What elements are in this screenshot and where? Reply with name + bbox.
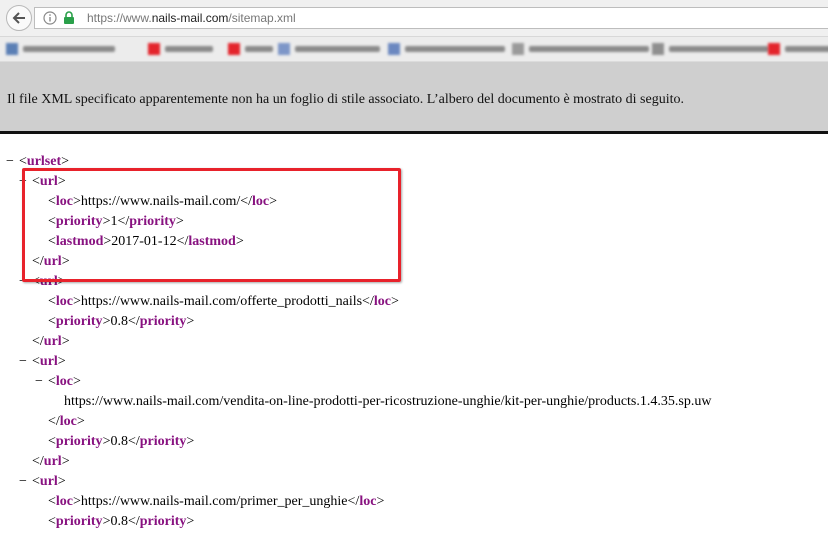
collapse-toggle[interactable]: − xyxy=(19,472,32,492)
xml-line-loc: <loc>https://www.nails-mail.com/primer_p… xyxy=(48,494,385,509)
xml-line-loc-open: − <loc> xyxy=(35,372,81,392)
xml-line-loc: <loc>https://www.nails-mail.com/</loc> xyxy=(48,194,278,209)
xml-line-url-open: − <url> xyxy=(19,272,66,292)
xml-line-loc-close: </loc> xyxy=(48,414,85,429)
notice-text: Il file XML specificato apparentemente n… xyxy=(7,92,684,107)
xml-line-url-close: </url> xyxy=(32,454,70,469)
bookmark-favicon-icon xyxy=(388,43,400,55)
xml-stylesheet-notice: Il file XML specificato apparentemente n… xyxy=(0,62,828,131)
address-bar[interactable]: https://www.nails-mail.com/sitemap.xml xyxy=(34,7,828,29)
bookmark-item[interactable] xyxy=(278,42,380,56)
info-icon[interactable] xyxy=(43,11,57,25)
xml-line-url-open: − <url> xyxy=(19,472,66,492)
back-button[interactable] xyxy=(6,5,32,31)
xml-line-priority: <priority>1</priority> xyxy=(48,214,184,229)
bookmark-item[interactable] xyxy=(148,42,213,56)
xml-line-url-open: − <url> xyxy=(19,352,66,372)
xml-line-url-close: </url> xyxy=(32,254,70,269)
xml-line-url-open: − <url> xyxy=(19,172,66,192)
collapse-toggle[interactable]: − xyxy=(19,272,32,292)
bookmark-item[interactable] xyxy=(512,42,649,56)
notice-divider xyxy=(0,131,828,134)
bookmark-favicon-icon xyxy=(768,43,780,55)
xml-line-url-close: </url> xyxy=(32,334,70,349)
xml-line-priority: <priority>0.8</priority> xyxy=(48,514,195,529)
xml-line-urlset-open: − <urlset> xyxy=(6,152,69,172)
bookmark-favicon-icon xyxy=(148,43,160,55)
bookmark-item[interactable] xyxy=(6,42,115,56)
bookmark-favicon-icon xyxy=(6,43,18,55)
lock-icon[interactable] xyxy=(63,11,75,25)
bookmark-favicon-icon xyxy=(278,43,290,55)
collapse-toggle[interactable]: − xyxy=(19,172,32,192)
back-arrow-icon xyxy=(12,12,25,24)
bookmark-favicon-icon xyxy=(652,43,664,55)
bookmarks-bar xyxy=(0,37,828,62)
collapse-toggle[interactable]: − xyxy=(19,352,32,372)
browser-toolbar: https://www.nails-mail.com/sitemap.xml xyxy=(0,0,828,37)
bookmark-item[interactable] xyxy=(652,42,769,56)
xml-line-loc: <loc>https://www.nails-mail.com/offerte_… xyxy=(48,294,399,309)
bookmark-item[interactable] xyxy=(388,42,505,56)
bookmark-item[interactable] xyxy=(768,42,828,56)
collapse-toggle[interactable]: − xyxy=(35,372,48,392)
url-text: https://www.nails-mail.com/sitemap.xml xyxy=(87,11,296,25)
xml-line-text: https://www.nails-mail.com/vendita-on-li… xyxy=(64,394,712,409)
bookmark-favicon-icon xyxy=(228,43,240,55)
xml-line-priority: <priority>0.8</priority> xyxy=(48,314,195,329)
bookmark-favicon-icon xyxy=(512,43,524,55)
xml-line-lastmod: <lastmod>2017-01-12</lastmod> xyxy=(48,234,244,249)
xml-line-priority: <priority>0.8</priority> xyxy=(48,434,195,449)
collapse-toggle[interactable]: − xyxy=(6,152,19,172)
xml-tree: − <urlset> − <url> <loc>https://www.nails-… xyxy=(0,146,828,538)
bookmark-item[interactable] xyxy=(228,42,273,56)
